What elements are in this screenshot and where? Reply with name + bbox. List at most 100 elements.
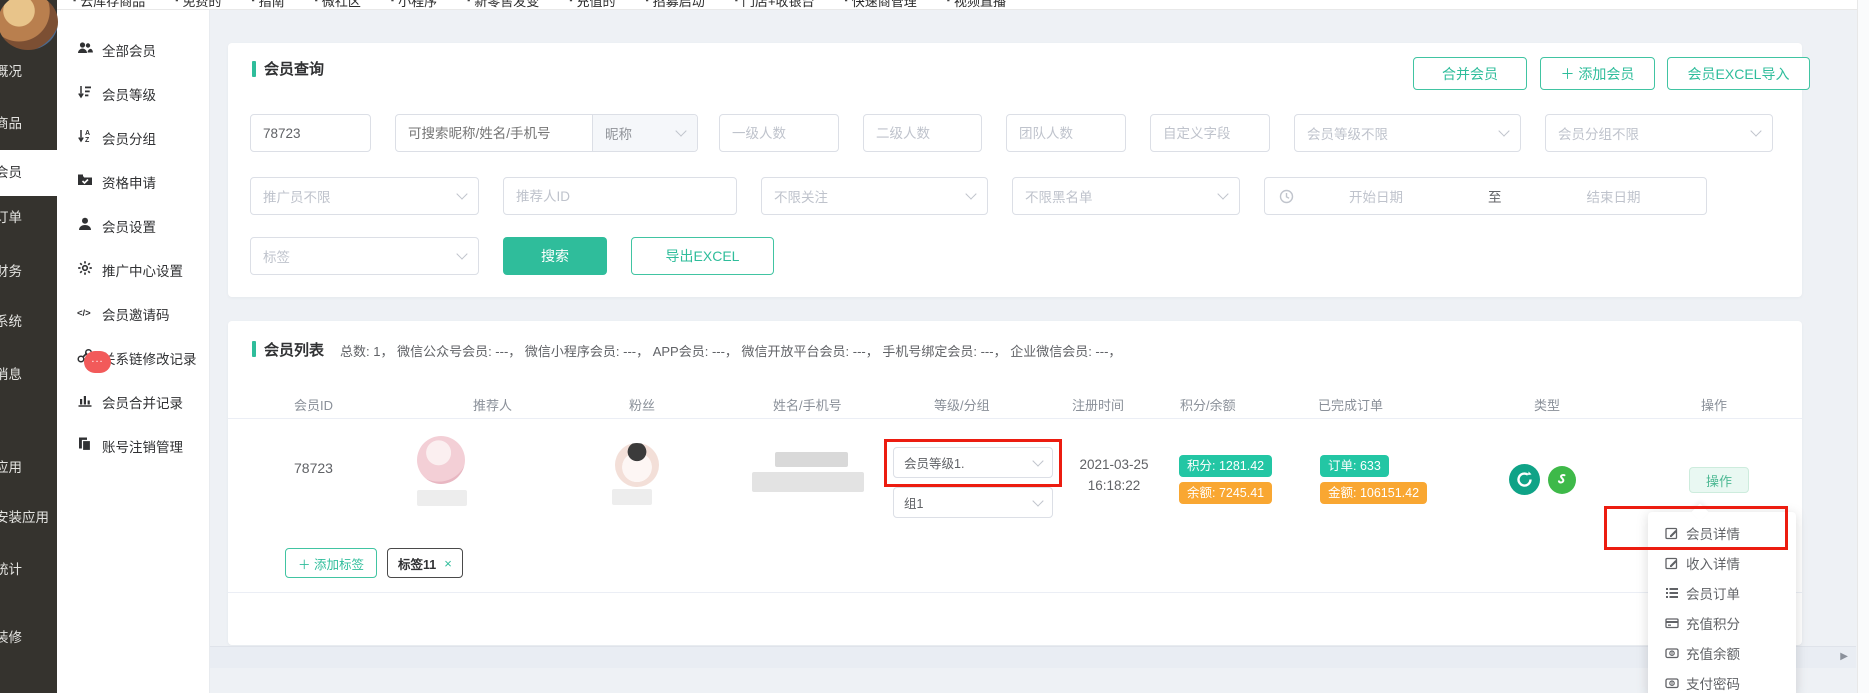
- query-card-title: 会员查询: [264, 58, 324, 79]
- sidebar-item-install-apps[interactable]: 安装应用: [0, 508, 65, 528]
- sidebar-item-apps[interactable]: 应用: [0, 458, 65, 478]
- topnav-item[interactable]: ▪免费的: [175, 0, 221, 9]
- submenu-item-relation-log[interactable]: 关系链修改记录: [57, 345, 210, 369]
- submenu-item-merge-log[interactable]: 会员合并记录: [57, 389, 210, 413]
- member-id-input[interactable]: [250, 114, 371, 152]
- submenu-item-promotion-settings[interactable]: 推广中心设置: [57, 257, 210, 281]
- keyword-input[interactable]: [396, 115, 592, 151]
- row-level-select[interactable]: 会员等级1.: [893, 447, 1053, 478]
- card-icon: [1665, 616, 1679, 630]
- popup-item-payment-password[interactable]: 支付密码: [1648, 668, 1796, 693]
- member-level-select[interactable]: 会员等级不限: [1294, 114, 1521, 152]
- miniprogram-icon: ▪: [391, 0, 394, 5]
- merge-members-button[interactable]: 合并会员: [1413, 57, 1527, 90]
- topnav-item[interactable]: ▪快速商管理: [845, 0, 917, 9]
- row-action-popup: 会员详情 收入详情 会员订单 充值积分 充值余额 支付密码: [1648, 512, 1796, 693]
- clock-icon: [1279, 189, 1294, 204]
- referrer-id-input[interactable]: [503, 177, 737, 215]
- submenu-item-member-settings[interactable]: 会员设置: [57, 213, 210, 237]
- chevron-down-icon: [456, 188, 467, 199]
- retail-icon: ▪: [467, 0, 470, 5]
- submenu-item-invite-code[interactable]: </> 会员邀请码: [57, 301, 210, 325]
- col-type: 类型: [1534, 395, 1560, 414]
- popup-item-income-detail[interactable]: 收入详情: [1648, 548, 1796, 578]
- member-query-card: 会员查询 合并会员 ＋ 添加会员 会员EXCEL导入 昵称 会员等级不限 会员分…: [228, 43, 1802, 297]
- submenu-item-member-level[interactable]: 会员等级: [57, 81, 210, 105]
- member-type-icon-2: [1548, 466, 1576, 494]
- add-member-button[interactable]: ＋ 添加会员: [1540, 57, 1655, 90]
- col-name-phone: 姓名/手机号: [773, 395, 842, 414]
- chevron-down-icon: [1032, 495, 1043, 506]
- submenu-item-qualification[interactable]: 资格申请: [57, 169, 210, 193]
- level2-count-input[interactable]: [863, 114, 982, 152]
- popup-item-member-detail[interactable]: 会员详情: [1648, 518, 1796, 548]
- col-actions: 操作: [1701, 395, 1727, 414]
- tag-select[interactable]: 标签: [250, 237, 479, 275]
- sidebar-item-statistics[interactable]: 统计: [0, 560, 65, 580]
- avatar[interactable]: [0, 0, 58, 50]
- sidebar-item-decoration[interactable]: 装修: [0, 628, 65, 648]
- sidebar-item-members-active[interactable]: 会员: [0, 150, 58, 196]
- title-accent-bar: [252, 61, 256, 77]
- sidebar-item-system[interactable]: 系统: [0, 312, 65, 332]
- sidebar-item-orders[interactable]: 订单: [0, 208, 65, 228]
- promoter-select[interactable]: 推广员不限: [250, 177, 479, 215]
- col-points-balance: 积分/余额: [1180, 395, 1236, 414]
- topnav-item[interactable]: ▪小程序: [391, 0, 437, 9]
- topnav-item[interactable]: ▪充值的: [569, 0, 615, 9]
- member-stats-line: 总数: 1， 微信公众号会员: ---， 微信小程序会员: ---， APP会员…: [340, 341, 1121, 360]
- amount-badge: 金额: 106151.42: [1320, 482, 1427, 504]
- submenu-item-account-cancellation[interactable]: 账号注销管理: [57, 433, 210, 457]
- topnav-item[interactable]: ▪门店+收银台: [735, 0, 815, 9]
- row-action-button[interactable]: 操作: [1689, 467, 1749, 493]
- keyword-type-select[interactable]: 昵称: [592, 115, 697, 151]
- submenu-item-member-group[interactable]: AZ 会员分组: [57, 125, 210, 149]
- add-tag-button[interactable]: ＋ 添加标签: [285, 548, 377, 578]
- submenu-item-all-members[interactable]: 全部会员: [57, 37, 210, 61]
- topnav-item[interactable]: ▪新零售发变: [467, 0, 539, 9]
- vertical-scrollbar[interactable]: [1857, 0, 1869, 693]
- fan-avatar[interactable]: [615, 443, 659, 487]
- referrer-avatar[interactable]: [417, 436, 465, 484]
- sidebar-item-overview[interactable]: 概况: [0, 62, 65, 82]
- sidebar-item-finance[interactable]: 财务: [0, 262, 65, 282]
- edit-icon: [1665, 526, 1679, 540]
- express-icon: ▪: [845, 0, 848, 5]
- topnav-item[interactable]: ▪云库存商品: [73, 0, 145, 9]
- orders-badge: 订单: 633: [1320, 455, 1389, 477]
- custom-field-input[interactable]: [1150, 114, 1270, 152]
- list-icon: [1665, 586, 1679, 600]
- edit-icon: [1665, 556, 1679, 570]
- bar-chart-icon: [77, 392, 93, 408]
- remove-tag-icon[interactable]: ×: [444, 556, 452, 571]
- scroll-right-icon[interactable]: ▶: [1840, 651, 1848, 662]
- topnav-item[interactable]: ▪微社区: [315, 0, 361, 9]
- export-excel-button[interactable]: 导出EXCEL: [631, 237, 774, 275]
- row-group-select[interactable]: 组1: [893, 487, 1053, 518]
- popup-item-recharge-points[interactable]: 充值积分: [1648, 608, 1796, 638]
- chevron-down-icon: [675, 125, 686, 136]
- messages-badge[interactable]: ...: [84, 351, 111, 373]
- sidebar-item-products[interactable]: 商品: [0, 114, 65, 134]
- col-level-group: 等级/分组: [934, 395, 990, 414]
- top-navbar: ▪云库存商品 ▪免费的 ▪指南 ▪微社区 ▪小程序 ▪新零售发变 ▪充值的 ▪招…: [57, 0, 1869, 10]
- topnav-item[interactable]: ▪指南: [251, 0, 284, 9]
- community-icon: ▪: [315, 0, 318, 5]
- team-count-input[interactable]: [1006, 114, 1126, 152]
- svg-text:</>: </>: [77, 308, 91, 319]
- sidebar-item-messages[interactable]: 消息: [0, 365, 65, 385]
- follow-filter-select[interactable]: 不限关注: [761, 177, 988, 215]
- horizontal-scrollbar[interactable]: ▶: [210, 646, 1856, 668]
- member-excel-import-button[interactable]: 会员EXCEL导入: [1667, 57, 1810, 90]
- popup-item-member-orders[interactable]: 会员订单: [1648, 578, 1796, 608]
- date-range-picker[interactable]: 开始日期 至 结束日期: [1264, 177, 1707, 215]
- topnav-item[interactable]: ▪招募启动: [646, 0, 705, 9]
- member-group-select[interactable]: 会员分组不限: [1545, 114, 1773, 152]
- blacklist-filter-select[interactable]: 不限黑名单: [1012, 177, 1240, 215]
- level1-count-input[interactable]: [719, 114, 839, 152]
- topnav-item[interactable]: ▪视频直播: [947, 0, 1006, 9]
- popup-item-recharge-balance[interactable]: 充值余额: [1648, 638, 1796, 668]
- row-member-id: 78723: [294, 460, 333, 476]
- title-accent-bar: [252, 341, 256, 357]
- search-button[interactable]: 搜索: [503, 237, 607, 275]
